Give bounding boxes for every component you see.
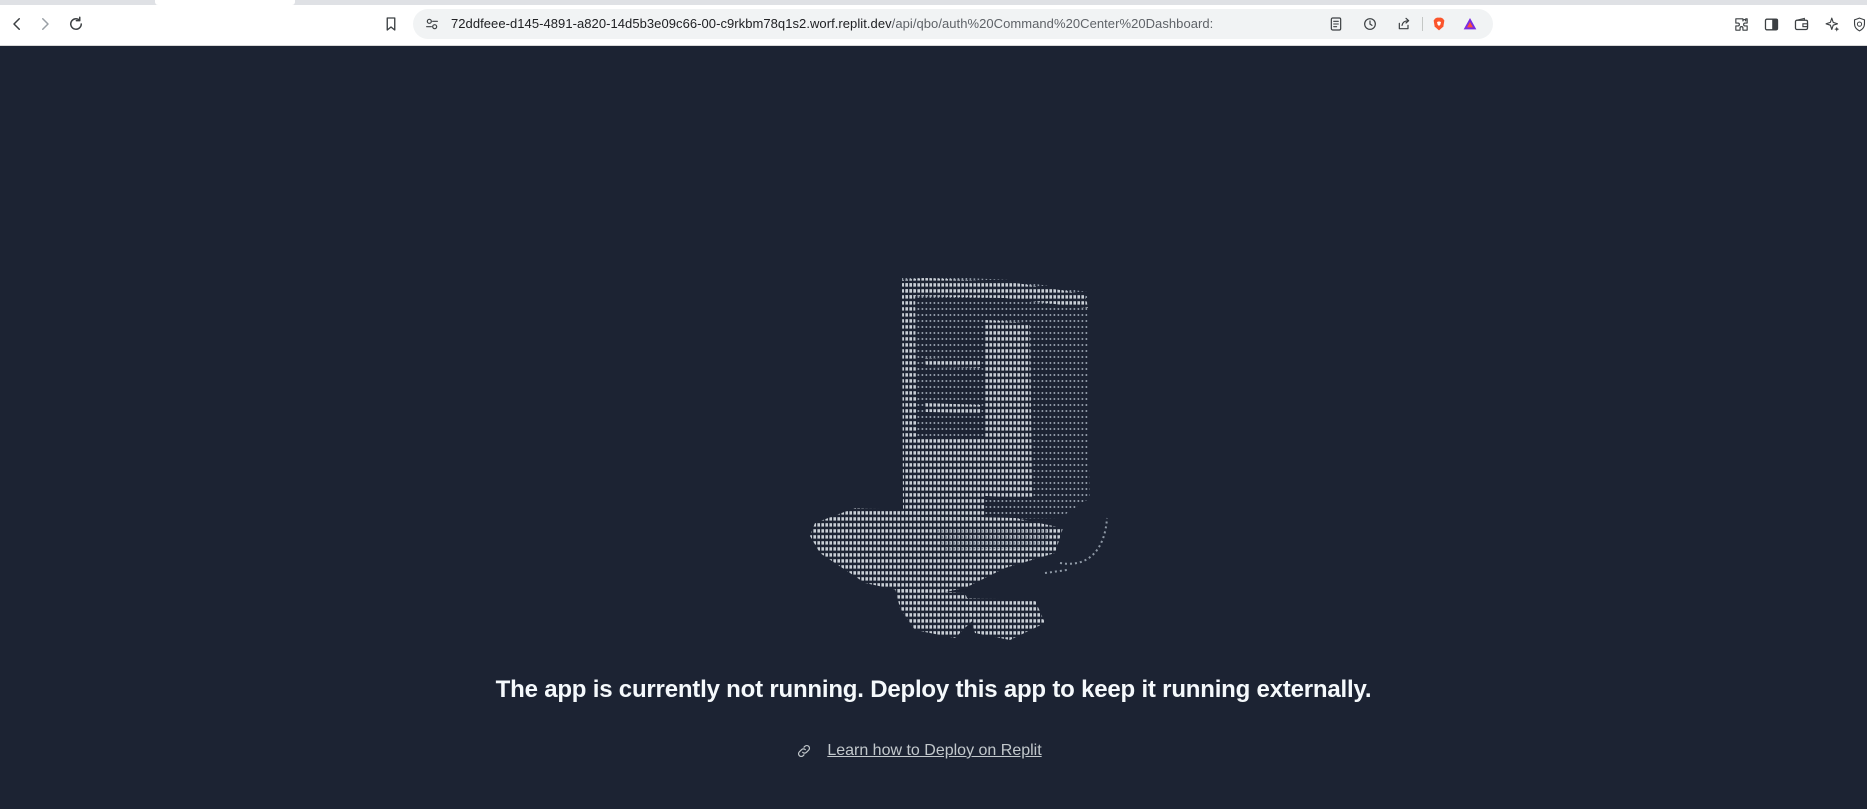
learn-deploy-row: Learn how to Deploy on Replit [0,742,1867,760]
link-icon [795,742,813,760]
forward-icon[interactable] [33,12,57,36]
extensions-icon[interactable] [1731,14,1751,34]
leo-ai-icon[interactable] [1822,14,1842,34]
tab-strip [0,0,1867,5]
reload-icon[interactable] [64,12,88,36]
learn-deploy-link[interactable]: Learn how to Deploy on Replit [827,742,1041,760]
share-icon[interactable] [1395,15,1413,33]
omnibox-separator [1422,17,1423,31]
brave-rewards-icon[interactable] [1461,15,1479,33]
status-message: The app is currently not running. Deploy… [495,676,1372,703]
ascii-art-mascot [810,276,1108,640]
history-icon[interactable] [1361,15,1379,33]
bookmark-icon[interactable] [379,12,403,36]
wallet-icon[interactable] [1791,14,1811,34]
url-path: /api/qbo/auth%20Command%20Center%20Dashb… [891,16,1214,31]
brave-shields-icon[interactable] [1430,15,1448,33]
url-host: 72ddfeee-d145-4891-a820-14d5b3e09c66-00-… [451,16,892,31]
active-tab[interactable] [155,0,295,5]
url-text[interactable]: 72ddfeee-d145-4891-a820-14d5b3e09c66-00-… [451,16,1213,31]
site-info-icon[interactable] [423,15,441,33]
address-bar[interactable]: 72ddfeee-d145-4891-a820-14d5b3e09c66-00-… [413,9,1493,39]
reader-mode-icon[interactable] [1327,15,1345,33]
vpn-icon[interactable] [1849,14,1867,34]
sidebar-icon[interactable] [1761,14,1781,34]
browser-chrome: 72ddfeee-d145-4891-a820-14d5b3e09c66-00-… [0,0,1867,46]
back-icon[interactable] [5,12,29,36]
